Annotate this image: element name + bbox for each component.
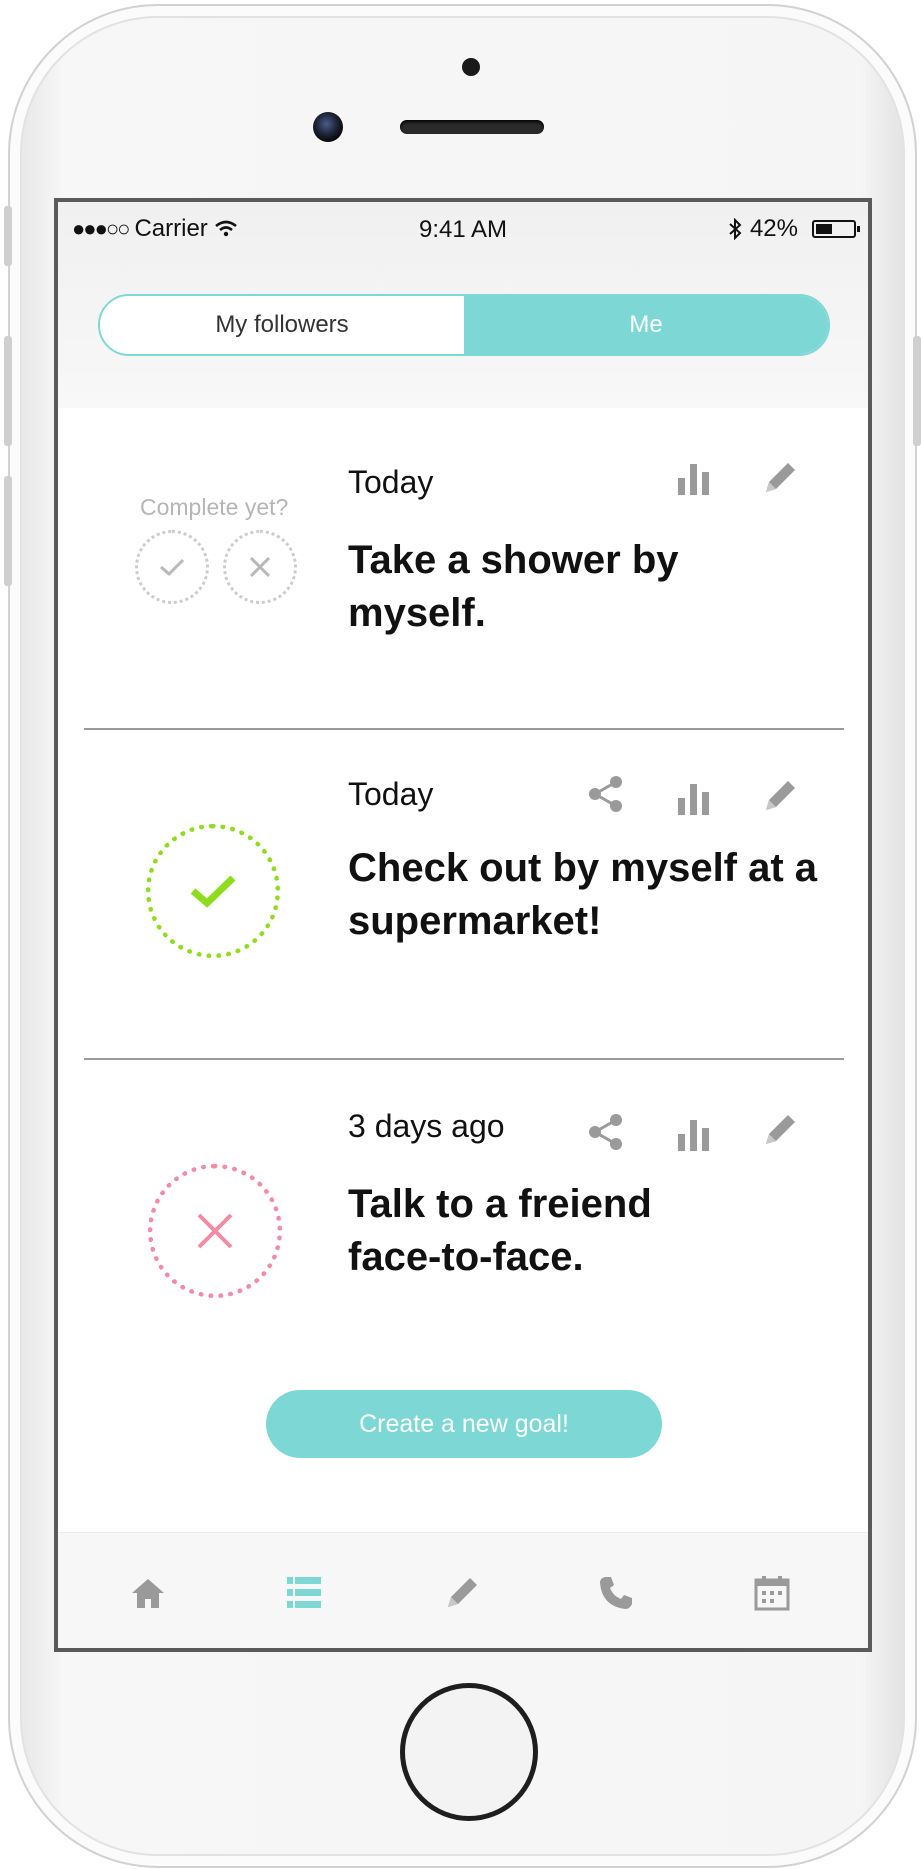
tab-me[interactable]: Me: [464, 296, 828, 354]
check-icon: [160, 558, 185, 577]
goal-title: Check out by myself at a supermarket!: [348, 846, 818, 943]
front-camera: [313, 112, 343, 142]
power-button: [913, 336, 921, 446]
tab-calendar[interactable]: [748, 1569, 796, 1617]
tab-write[interactable]: [438, 1569, 486, 1617]
followers-me-toggle: My followers Me: [98, 294, 830, 356]
tab-home[interactable]: [124, 1569, 172, 1617]
tab-bar: [58, 1532, 868, 1648]
mark-complete-button[interactable]: [135, 530, 209, 604]
complete-yet-label: Complete yet?: [140, 494, 289, 520]
close-icon: [197, 1213, 233, 1249]
app-screen: ●●●○○ Carrier 9:41 AM 42% My followers M…: [54, 198, 872, 1652]
home-icon: [132, 1579, 164, 1608]
list-icon: [287, 1577, 321, 1608]
mute-switch: [4, 206, 12, 266]
battery-percentage: 42%: [749, 215, 798, 242]
stats-icon[interactable]: [674, 1114, 714, 1154]
earpiece-speaker: [400, 120, 544, 134]
share-icon[interactable]: [586, 1112, 626, 1152]
close-icon: [249, 556, 271, 578]
bluetooth-icon: [729, 218, 742, 240]
edit-icon[interactable]: [760, 1110, 800, 1150]
check-icon: [190, 875, 236, 908]
pencil-icon: [448, 1578, 477, 1607]
edit-icon[interactable]: [760, 458, 800, 498]
create-goal-button[interactable]: Create a new goal!: [266, 1390, 662, 1458]
phone-icon: [600, 1577, 632, 1609]
status-bar: ●●●○○ Carrier 9:41 AM 42%: [58, 202, 868, 254]
goal-title: Take a shower by myself.: [348, 538, 679, 635]
goal-date: 3 days ago: [348, 1108, 505, 1144]
edit-icon[interactable]: [760, 776, 800, 816]
goal-item: 3 days ago Talk to a freiend face-to-fac…: [58, 1060, 868, 1380]
calendar-icon: [754, 1576, 790, 1611]
goal-date: Today: [348, 776, 434, 812]
proximity-sensor: [462, 58, 480, 76]
battery-icon: [812, 220, 860, 238]
stats-icon[interactable]: [674, 778, 714, 818]
tab-goals-list[interactable]: [280, 1569, 328, 1617]
mark-failed-button[interactable]: [223, 530, 297, 604]
share-icon[interactable]: [586, 774, 626, 814]
goal-title: Talk to a freiend face-to-face.: [348, 1182, 652, 1279]
stats-icon[interactable]: [674, 458, 714, 498]
goal-item: Today Check out by myself at a supermark…: [58, 730, 868, 1060]
goal-date: Today: [348, 464, 434, 500]
completed-badge: [146, 824, 280, 958]
volume-down-button: [4, 476, 12, 586]
tab-call[interactable]: [592, 1569, 640, 1617]
volume-up-button: [4, 336, 12, 446]
failed-badge: [148, 1164, 282, 1298]
home-button[interactable]: [400, 1683, 538, 1821]
tab-my-followers[interactable]: My followers: [100, 296, 464, 354]
